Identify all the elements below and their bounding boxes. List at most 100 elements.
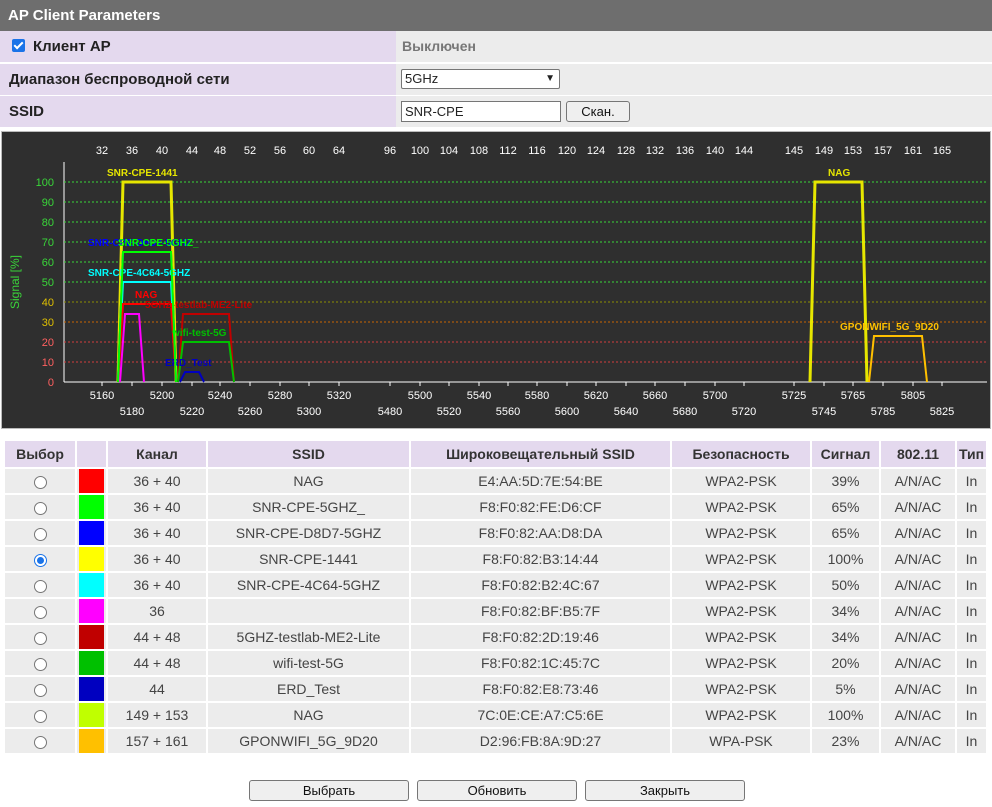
refresh-button[interactable]: Обновить [417,780,577,801]
band-select-value: 5GHz [405,71,439,86]
row-security: WPA2-PSK [670,571,812,599]
row-signal: 39% [810,467,881,495]
row-type: In [955,467,988,495]
chart-series-curve [179,371,205,383]
row-color-cell [75,545,108,573]
row-select-radio[interactable] [33,683,47,697]
row-ssid: SNR-CPE-1441 [206,545,411,573]
chart-freq-tick-label: 5180 [120,406,144,418]
row-select-cell [3,649,77,677]
row-select-radio[interactable] [33,657,47,671]
table-row[interactable]: 36 F8:F0:82:BF:B5:7F WPA2-PSK 34% A/N/AC In [3,597,988,625]
row-signal: 20% [810,649,881,677]
table-row[interactable]: 149 + 153 NAG 7C:0E:CE:A7:C5:6E WPA2-PSK 100… [3,701,988,729]
row-ssid: SNR-CPE-5GHZ_ [206,493,411,521]
row-channel: 44 + 48 [106,623,208,651]
row-select-cell [3,727,77,755]
row-signal: 100% [810,545,881,573]
scan-button[interactable]: Скан. [566,101,630,122]
row-mode: A/N/AC [879,649,957,677]
table-row[interactable]: 36 + 40 NAG E4:AA:5D:7E:54:BE WPA2-PSK 39% A/… [3,467,988,495]
chart-channel-tick-label: 64 [333,145,345,157]
row-color-cell [75,571,108,599]
chart-freq-tick-label: 5560 [496,406,520,418]
table-row[interactable]: 44 + 48 wifi-test-5G F8:F0:82:1C:45:7C WPA2… [3,649,988,677]
chart-channel-tick-label: 144 [735,145,753,157]
row-bssid: D2:96:FB:8A:9D:27 [409,727,672,755]
row-select-cell [3,545,77,573]
row-select-radio[interactable] [33,605,47,619]
chart-freq-tick-label: 5785 [871,406,895,418]
row-channel: 149 + 153 [106,701,208,729]
chart-freq-tick-label: 5500 [408,390,432,402]
row-color-swatch [79,469,104,493]
row-select-radio[interactable] [33,735,47,749]
row-mode: A/N/AC [879,727,957,755]
col-bssid-header: Широковещательный SSID [409,439,672,469]
client-ap-label: Клиент AP [33,38,111,55]
chart-channel-tick-label: 112 [499,145,517,157]
table-row[interactable]: 36 + 40 SNR-CPE-5GHZ_ F8:F0:82:FE:D6:CF WPA… [3,493,988,521]
chart-channel-tick-label: 161 [904,145,922,157]
table-row[interactable]: 44 ERD_Test F8:F0:82:E8:73:46 WPA2-PSK 5% A/N… [3,675,988,703]
row-bssid: F8:F0:82:1C:45:7C [409,649,672,677]
row-select-radio[interactable] [33,475,47,489]
row-channel: 36 [106,597,208,625]
chart-channel-tick-label: 32 [96,145,108,157]
chart-series-label: ERD_Test [165,358,212,369]
chart-freq-tick-label: 5640 [614,406,638,418]
table-row[interactable]: 44 + 48 5GHZ-testlab-ME2-Lite F8:F0:82:2D:… [3,623,988,651]
row-select-cell [3,467,77,495]
chart-freq-tick-label: 5745 [812,406,836,418]
row-select-radio[interactable] [33,631,47,645]
row-color-swatch [79,495,104,519]
row-select-radio[interactable] [33,553,47,567]
chart-channel-tick-label: 48 [214,145,226,157]
row-security: WPA2-PSK [670,467,812,495]
row-security: WPA-PSK [670,727,812,755]
chart-freq-tick-label: 5160 [90,390,114,402]
chart-freq-tick-label: 5580 [525,390,549,402]
row-select-radio[interactable] [33,501,47,515]
chart-channel-tick-label: 149 [815,145,833,157]
chart-channel-tick-label: 132 [646,145,664,157]
chart-series-label: GPONWIFI_5G_9D20 [840,322,939,333]
select-button[interactable]: Выбрать [249,780,409,801]
chart-y-tick-label: 20 [42,337,54,349]
table-row[interactable]: 36 + 40 SNR-CPE-4C64-5GHZ F8:F0:82:B2:4C:6… [3,571,988,599]
row-ssid: 5GHZ-testlab-ME2-Lite [206,623,411,651]
row-color-cell [75,701,108,729]
table-row[interactable]: 157 + 161 GPONWIFI_5G_9D20 D2:96:FB:8A:9D:… [3,727,988,755]
chart-freq-tick-label: 5540 [467,390,491,402]
row-bssid: F8:F0:82:AA:D8:DA [409,519,672,547]
row-security: WPA2-PSK [670,545,812,573]
chart-freq-tick-label: 5520 [437,406,461,418]
row-security: WPA2-PSK [670,649,812,677]
chart-y-tick-label: 60 [42,257,54,269]
row-select-radio[interactable] [33,709,47,723]
chart-channel-tick-label: 56 [274,145,286,157]
row-channel: 36 + 40 [106,519,208,547]
row-select-radio[interactable] [33,579,47,593]
ssid-input[interactable]: SNR-CPE [401,101,561,122]
row-select-cell [3,701,77,729]
chart-y-tick-label: 30 [42,317,54,329]
band-label: Диапазон беспроводной сети [9,71,230,88]
table-row[interactable]: 36 + 40 SNR-CPE-D8D7-5GHZ F8:F0:82:AA:D8:D… [3,519,988,547]
close-button[interactable]: Закрыть [585,780,745,801]
client-ap-checkbox[interactable] [12,39,25,52]
chart-y-tick-label: 40 [42,297,54,309]
table-row[interactable]: 36 + 40 SNR-CPE-1441 F8:F0:82:B3:14:44 WPA2… [3,545,988,573]
band-row: Диапазон беспроводной сети 5GHz ▼ [0,64,992,95]
chart-freq-tick-label: 5200 [150,390,174,402]
ssid-label-cell: SSID [0,96,396,127]
row-color-cell [75,623,108,651]
row-color-swatch [79,573,104,597]
row-type: In [955,545,988,573]
chart-freq-tick-label: 5825 [930,406,954,418]
band-select[interactable]: 5GHz ▼ [401,69,560,89]
chart-series-label: wifi-test-5G [171,328,227,339]
chart-series-curve [808,180,869,383]
chart-freq-tick-label: 5320 [327,390,351,402]
row-select-radio[interactable] [33,527,47,541]
